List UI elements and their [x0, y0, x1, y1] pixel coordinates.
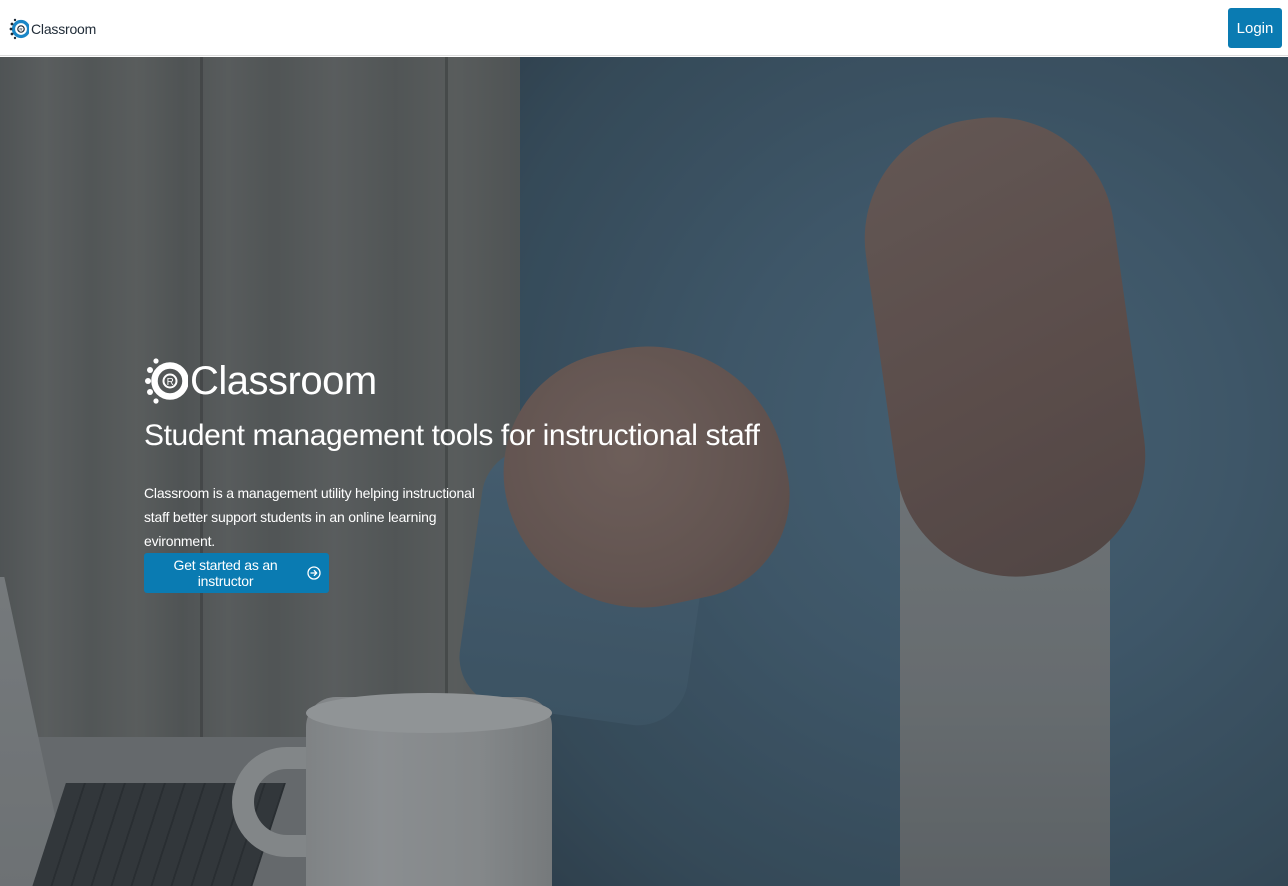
svg-text:R: R — [167, 377, 174, 388]
classroom-logo-icon: R — [145, 358, 188, 404]
hero-brand-name: Classroom — [190, 358, 377, 403]
brand-name: Classroom — [31, 21, 97, 37]
arrow-circle-right-icon — [307, 566, 321, 580]
hero-title: Student management tools for instruction… — [144, 419, 760, 452]
hero-section: R Classroom Student management tools for… — [0, 57, 1288, 886]
hero-logo: R Classroom — [144, 352, 377, 410]
top-navbar: R Classroom Login — [0, 0, 1288, 56]
hero-description: Classroom is a management utility helpin… — [144, 485, 475, 549]
classroom-logo-icon: R — [9, 18, 29, 40]
cta-label: Get started as an instructor — [173, 557, 278, 589]
login-button[interactable]: Login — [1228, 8, 1282, 48]
get-started-instructor-button[interactable]: Get started as an instructor — [144, 553, 329, 593]
brand-logo-link[interactable]: R Classroom — [9, 15, 96, 43]
